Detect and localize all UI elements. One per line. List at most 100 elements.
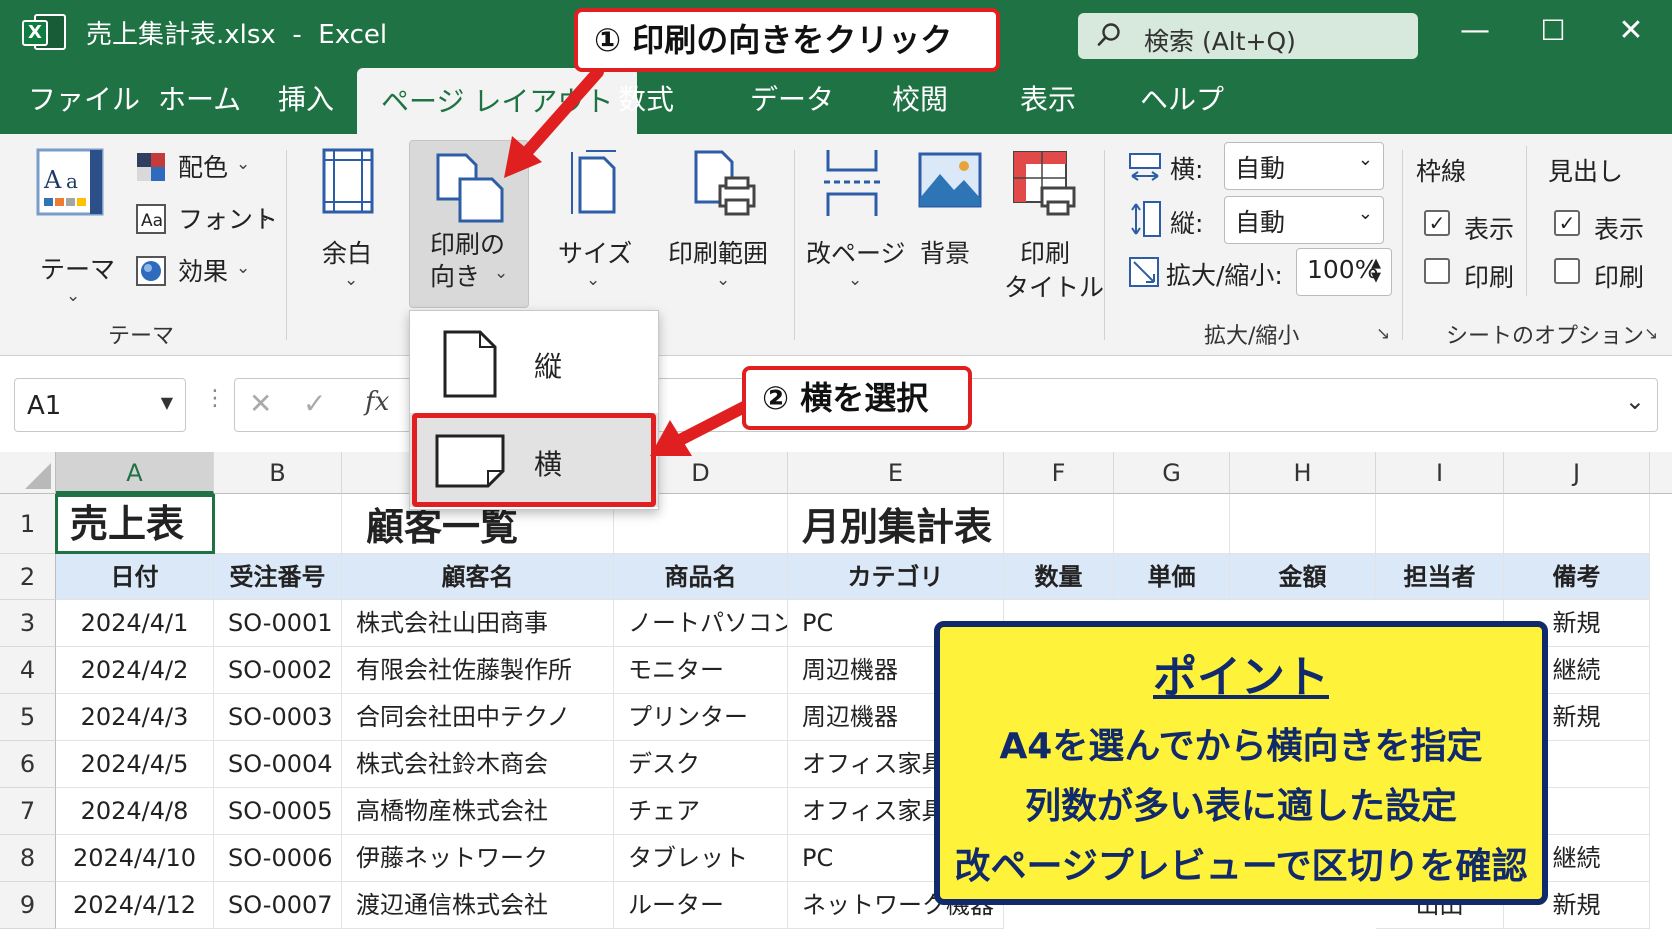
cell-f1[interactable] <box>1004 494 1114 554</box>
print-area-button[interactable]: 印刷範囲 ⌄ <box>664 148 784 298</box>
cell-e1[interactable]: 月別集計表 <box>788 494 1004 554</box>
tab-data[interactable]: データ <box>750 78 834 118</box>
tab-review[interactable]: 校閲 <box>892 78 948 118</box>
themes-button[interactable]: A a テーマ ⌄ <box>30 148 115 306</box>
row-header-5[interactable]: 5 <box>0 694 56 741</box>
column-header-j[interactable]: J <box>1504 452 1650 494</box>
cell-order[interactable]: SO-0005 <box>214 788 342 835</box>
minimize-button[interactable]: — <box>1452 8 1498 54</box>
height-dropdown[interactable]: 自動 ⌄ <box>1224 196 1384 244</box>
column-header-e[interactable]: E <box>788 452 1004 494</box>
gridlines-print-checkbox[interactable] <box>1424 258 1450 284</box>
cancel-icon[interactable]: ✕ <box>249 387 272 420</box>
tab-insert[interactable]: 挿入 <box>278 78 334 118</box>
header-cell-product[interactable]: 商品名 <box>614 554 788 600</box>
maximize-button[interactable]: ☐ <box>1530 8 1576 54</box>
dialog-launcher-icon[interactable]: ↘ <box>1644 324 1658 344</box>
cell-product[interactable]: ルーター <box>614 882 788 929</box>
cell-date[interactable]: 2024/4/3 <box>56 694 214 741</box>
cell-date[interactable]: 2024/4/5 <box>56 741 214 788</box>
cell-order[interactable]: SO-0006 <box>214 835 342 882</box>
colors-button[interactable]: 配色 ⌄ <box>136 148 256 188</box>
cell-product[interactable]: プリンター <box>614 694 788 741</box>
cell-customer[interactable]: 有限会社佐藤製作所 <box>342 647 614 694</box>
header-cell-quantity[interactable]: 数量 <box>1004 554 1114 600</box>
column-header-b[interactable]: B <box>214 452 342 494</box>
cell-product[interactable]: デスク <box>614 741 788 788</box>
cell-product[interactable]: チェア <box>614 788 788 835</box>
cell-date[interactable]: 2024/4/12 <box>56 882 214 929</box>
header-cell-note[interactable]: 備考 <box>1504 554 1650 600</box>
row-header-7[interactable]: 7 <box>0 788 56 835</box>
tab-help[interactable]: ヘルプ <box>1140 78 1224 118</box>
enter-icon[interactable]: ✓ <box>303 387 326 420</box>
cell-product[interactable]: モニター <box>614 647 788 694</box>
margins-button[interactable]: 余白 ⌄ <box>310 148 390 298</box>
select-all-corner[interactable] <box>0 452 56 494</box>
headings-view-checkbox[interactable]: ✓ <box>1554 210 1580 236</box>
row-header-4[interactable]: 4 <box>0 647 56 694</box>
cell-product[interactable]: タブレット <box>614 835 788 882</box>
tab-home[interactable]: ホーム <box>158 78 241 118</box>
orientation-portrait-option[interactable]: 縦 <box>410 315 658 409</box>
cell-customer[interactable]: 株式会社山田商事 <box>342 600 614 647</box>
cell-h1[interactable] <box>1230 494 1376 554</box>
column-header-f[interactable]: F <box>1004 452 1114 494</box>
fx-icon[interactable]: fx <box>365 387 389 417</box>
print-titles-button[interactable]: 印刷 タイトル <box>1000 148 1104 302</box>
column-header-next[interactable] <box>1650 452 1672 494</box>
close-button[interactable]: ✕ <box>1608 8 1654 54</box>
cell-date[interactable]: 2024/4/2 <box>56 647 214 694</box>
headings-print-checkbox[interactable] <box>1554 258 1580 284</box>
cell-b1[interactable] <box>214 494 342 554</box>
cell-g1[interactable] <box>1114 494 1230 554</box>
column-header-a[interactable]: A <box>56 452 214 494</box>
gridlines-view-checkbox[interactable]: ✓ <box>1424 210 1450 236</box>
header-cell-category[interactable]: カテゴリ <box>788 554 1004 600</box>
fonts-button[interactable]: Aa フォント ⌄ <box>136 200 278 240</box>
header-cell-staff[interactable]: 担当者 <box>1376 554 1504 600</box>
column-header-g[interactable]: G <box>1114 452 1230 494</box>
background-button[interactable]: 背景 <box>912 148 992 298</box>
cell-order[interactable]: SO-0003 <box>214 694 342 741</box>
name-box[interactable]: A1 ▼ <box>14 378 186 432</box>
cell-date[interactable]: 2024/4/10 <box>56 835 214 882</box>
tab-file[interactable]: ファイル <box>28 78 140 118</box>
search-box[interactable]: 検索 (Alt+Q) <box>1078 13 1418 59</box>
cell-order[interactable]: SO-0001 <box>214 600 342 647</box>
scale-spinner[interactable]: 100% ▲ ▼ <box>1296 248 1392 296</box>
cell-customer[interactable]: 渡辺通信株式会社 <box>342 882 614 929</box>
breaks-button[interactable]: 改ページ ⌄ <box>806 148 906 298</box>
column-header-h[interactable]: H <box>1230 452 1376 494</box>
cell-order[interactable]: SO-0002 <box>214 647 342 694</box>
row-header-1[interactable]: 1 <box>0 494 56 554</box>
expand-formula-icon[interactable]: ⌄ <box>1625 387 1645 415</box>
header-cell-date[interactable]: 日付 <box>56 554 214 600</box>
header-cell-order[interactable]: 受注番号 <box>214 554 342 600</box>
column-header-i[interactable]: I <box>1376 452 1504 494</box>
row-header-6[interactable]: 6 <box>0 741 56 788</box>
cell-customer[interactable]: 合同会社田中テクノ <box>342 694 614 741</box>
row-header-3[interactable]: 3 <box>0 600 56 647</box>
header-cell-amount[interactable]: 金額 <box>1230 554 1376 600</box>
dialog-launcher-icon[interactable]: ↘ <box>1376 324 1390 344</box>
cell-order[interactable]: SO-0004 <box>214 741 342 788</box>
tab-view[interactable]: 表示 <box>1020 78 1076 118</box>
cell-date[interactable]: 2024/4/8 <box>56 788 214 835</box>
header-cell-customer[interactable]: 顧客名 <box>342 554 614 600</box>
header-cell-unit-price[interactable]: 単価 <box>1114 554 1230 600</box>
width-dropdown[interactable]: 自動 ⌄ <box>1224 142 1384 190</box>
row-header-2[interactable]: 2 <box>0 554 56 600</box>
cell-i1[interactable] <box>1376 494 1504 554</box>
row-header-8[interactable]: 8 <box>0 835 56 882</box>
cell-date[interactable]: 2024/4/1 <box>56 600 214 647</box>
cell-customer[interactable]: 高橋物産株式会社 <box>342 788 614 835</box>
row-header-9[interactable]: 9 <box>0 882 56 929</box>
cell-product[interactable]: ノートパソコン <box>614 600 788 647</box>
cell-customer[interactable]: 株式会社鈴木商会 <box>342 741 614 788</box>
cell-j1[interactable] <box>1504 494 1650 554</box>
tab-formulas[interactable]: 数式 <box>618 78 674 118</box>
cell-order[interactable]: SO-0007 <box>214 882 342 929</box>
effects-button[interactable]: 効果 ⌄ <box>136 252 256 292</box>
cell-customer[interactable]: 伊藤ネットワーク <box>342 835 614 882</box>
